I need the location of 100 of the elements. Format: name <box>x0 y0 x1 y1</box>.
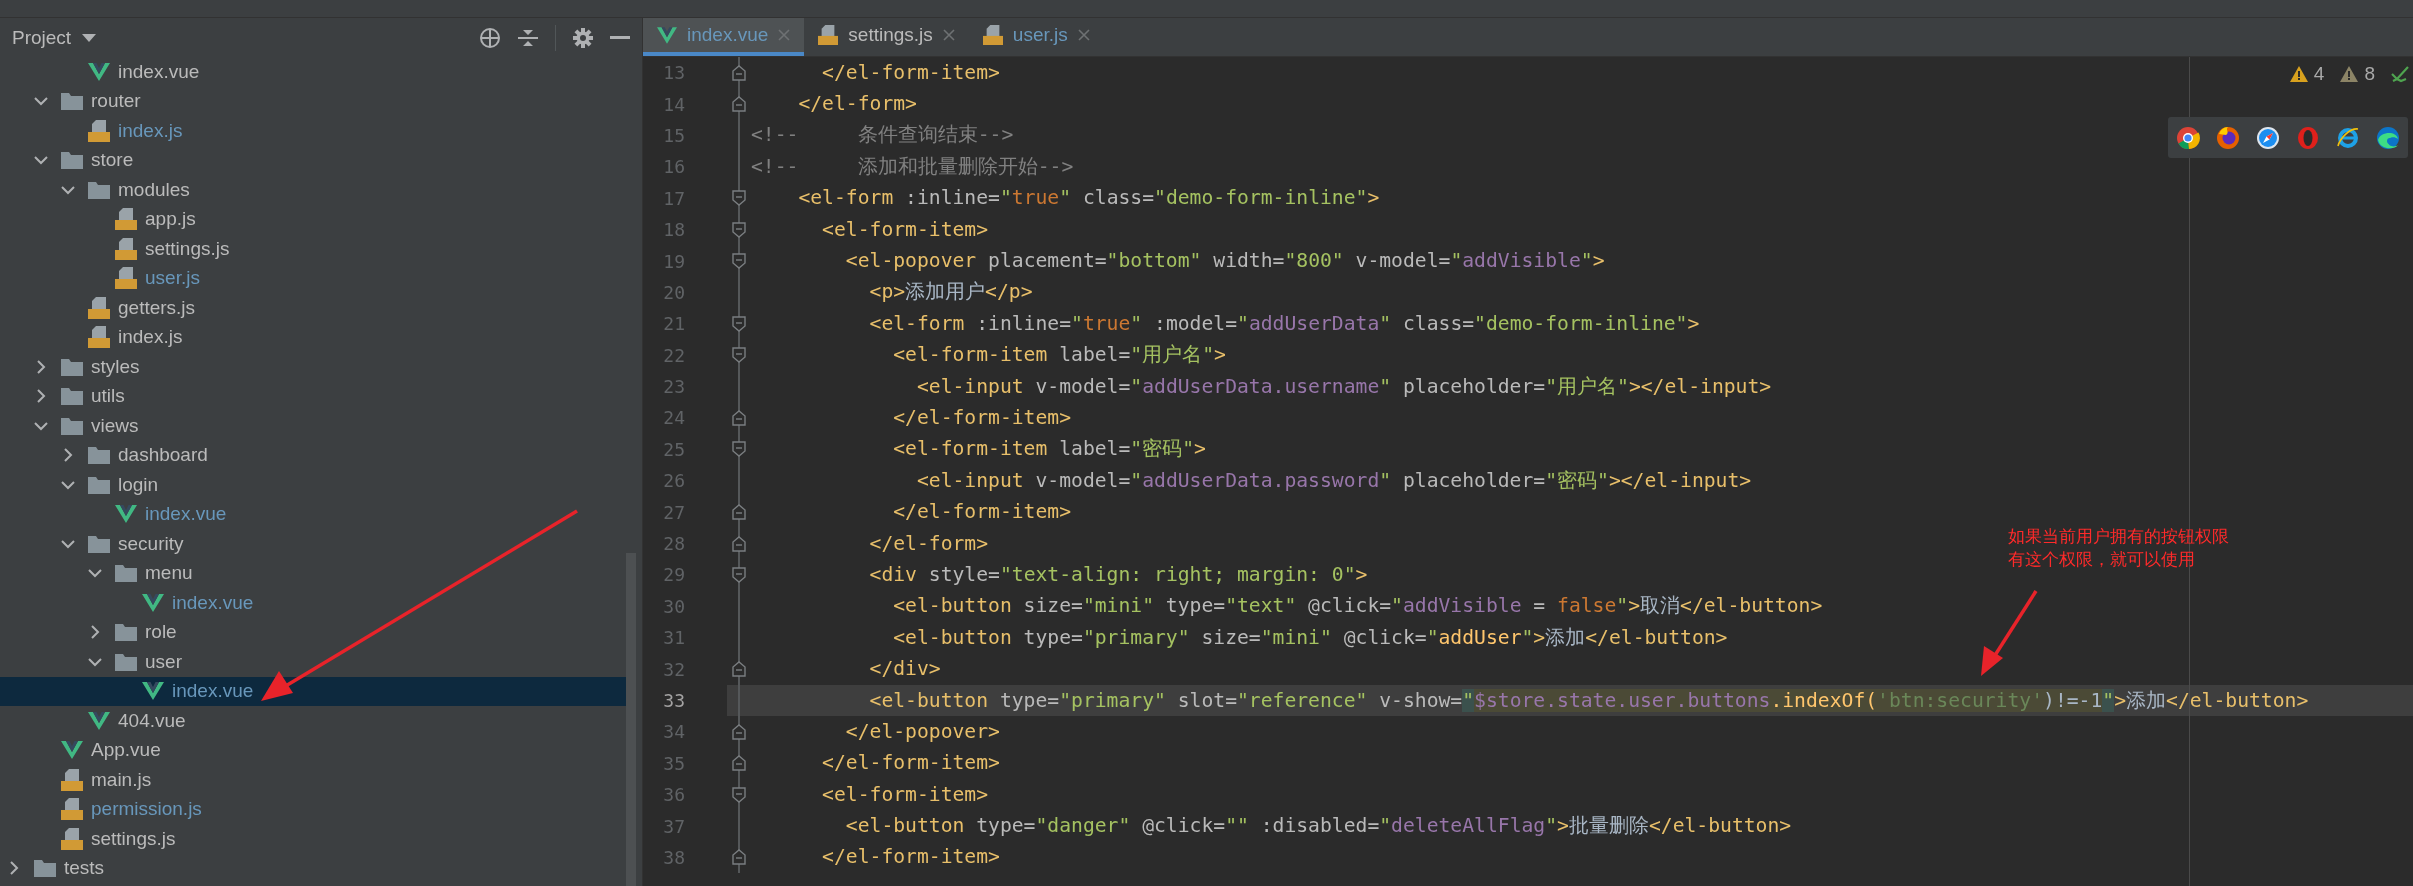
browser-icon[interactable] <box>2216 125 2240 150</box>
tree-item[interactable]: menu <box>0 558 642 588</box>
crosshair-icon[interactable] <box>479 26 501 49</box>
file-name: login <box>118 473 159 496</box>
tree-item[interactable]: security <box>0 529 642 559</box>
fold-marker-icon[interactable] <box>732 410 746 426</box>
tree-item[interactable]: getters.js <box>0 293 642 323</box>
fold-marker-icon[interactable] <box>732 755 746 772</box>
tree-item[interactable]: role <box>0 617 642 647</box>
file-name: utils <box>91 385 125 408</box>
fold-marker-icon[interactable] <box>732 190 746 207</box>
warning-icon[interactable] <box>2289 66 2308 82</box>
fold-marker-icon[interactable] <box>732 347 746 364</box>
fold-marker-icon[interactable] <box>732 221 746 238</box>
tree-item[interactable]: views <box>0 411 642 441</box>
js-file-icon <box>115 267 137 290</box>
file-name: app.js <box>145 208 196 231</box>
line-number: 24 <box>662 407 685 429</box>
tree-item[interactable]: main.js <box>0 765 642 795</box>
js-file-icon <box>61 827 83 850</box>
tree-item[interactable]: utils <box>0 381 642 411</box>
chevron-icon[interactable] <box>61 448 75 463</box>
tree-item[interactable]: user.js <box>0 263 642 293</box>
fold-marker-icon[interactable] <box>732 566 746 583</box>
folder-icon <box>61 151 83 170</box>
tree-item[interactable]: 404.vue <box>0 706 642 736</box>
tree-item[interactable]: settings.js <box>0 234 642 264</box>
vue-file-icon <box>61 741 83 760</box>
chevron-icon[interactable] <box>34 389 48 404</box>
panel-title[interactable]: Project <box>12 26 72 49</box>
tree-item[interactable]: tests <box>0 853 642 883</box>
tree-item[interactable]: dashboard <box>0 440 642 470</box>
warning-count[interactable]: 4 <box>2313 63 2325 85</box>
browser-icon[interactable] <box>2376 125 2400 150</box>
js-file-icon <box>115 237 137 260</box>
fold-marker-icon[interactable] <box>732 253 746 270</box>
tree-item[interactable]: router <box>0 86 642 116</box>
tree-item[interactable]: index.js <box>0 116 642 146</box>
tree-item[interactable]: app.js <box>0 204 642 234</box>
line-number: 38 <box>662 846 685 868</box>
chevron-icon[interactable] <box>88 625 102 640</box>
js-file-icon <box>61 798 83 821</box>
fold-marker-icon[interactable] <box>732 504 746 521</box>
fold-marker-icon[interactable] <box>732 723 746 740</box>
tree-item[interactable]: index.vue <box>0 57 642 87</box>
browser-icon[interactable] <box>2256 125 2280 150</box>
fold-marker-icon[interactable] <box>732 441 746 458</box>
tree-item[interactable]: index.vue <box>0 588 642 618</box>
tree-item[interactable]: login <box>0 470 642 500</box>
code-line: <el-button size="mini" type="text" @click="addVisible = false">取消</el-button> <box>892 593 1823 620</box>
fold-marker-icon[interactable] <box>732 849 746 866</box>
code-line: <!-- 条件查询结束--> <box>751 122 1014 149</box>
editor-tab[interactable]: settings.js <box>804 18 969 56</box>
chevron-icon[interactable] <box>34 359 48 374</box>
code-line: </el-form-item> <box>821 59 1000 86</box>
check-icon[interactable] <box>2391 65 2409 83</box>
tree-item[interactable]: settings.js <box>0 824 642 854</box>
browser-icon[interactable] <box>2336 125 2360 150</box>
fold-marker-icon[interactable] <box>732 661 746 678</box>
line-number: 30 <box>662 595 685 617</box>
tree-item[interactable]: index.js <box>0 322 642 352</box>
code-line: <el-button type="primary" size="mini" @click="addUser">添加</el-button> <box>892 624 1728 651</box>
browser-icon[interactable] <box>2176 125 2200 150</box>
code-line: <el-form-item> <box>821 781 989 808</box>
fold-marker-icon[interactable] <box>732 315 746 332</box>
line-number: 25 <box>662 438 685 460</box>
collapse-icon[interactable] <box>518 27 538 48</box>
line-number: 14 <box>662 93 685 115</box>
tree-item[interactable]: App.vue <box>0 735 642 765</box>
file-name: modules <box>118 178 190 201</box>
settings-icon[interactable] <box>573 27 593 48</box>
code-line: <el-form :inline="true" :model="addUserData" class="demo-form-inline"> <box>868 310 1700 337</box>
warning-count[interactable]: 8 <box>2364 63 2375 85</box>
js-file-icon <box>818 25 839 45</box>
tree-item[interactable]: modules <box>0 175 642 205</box>
code-line: <el-input v-model="addUserData.username" placeholder="用户名"></el-input> <box>915 373 1772 400</box>
warning-icon[interactable] <box>2340 66 2359 82</box>
tree-item[interactable]: styles <box>0 352 642 382</box>
code-line: <div style="text-align: right; margin: 0"> <box>868 561 1368 588</box>
js-file-icon <box>88 119 110 142</box>
tree-item[interactable]: user <box>0 647 642 677</box>
fold-marker-icon[interactable] <box>732 535 746 552</box>
caret-icon[interactable] <box>82 33 97 42</box>
tree-item[interactable]: store <box>0 145 642 175</box>
code-line: </el-form-item> <box>892 405 1072 431</box>
chevron-icon[interactable] <box>7 861 21 876</box>
fold-marker-icon[interactable] <box>732 64 746 81</box>
tree-item[interactable]: permission.js <box>0 794 642 824</box>
minimize-icon[interactable] <box>610 35 630 40</box>
fold-marker-icon[interactable] <box>732 96 746 113</box>
tree-item[interactable]: index.vue <box>0 499 642 529</box>
file-name: App.vue <box>91 739 161 762</box>
scrollbar-thumb[interactable] <box>626 553 636 886</box>
line-number: 34 <box>662 721 685 743</box>
editor-tab[interactable]: user.js <box>968 18 1104 56</box>
vue-file-icon <box>657 26 677 44</box>
tree-item[interactable]: index.vue <box>0 676 628 706</box>
fold-marker-icon[interactable] <box>732 786 746 803</box>
file-name: index.js <box>118 326 183 349</box>
js-file-icon <box>88 326 110 349</box>
